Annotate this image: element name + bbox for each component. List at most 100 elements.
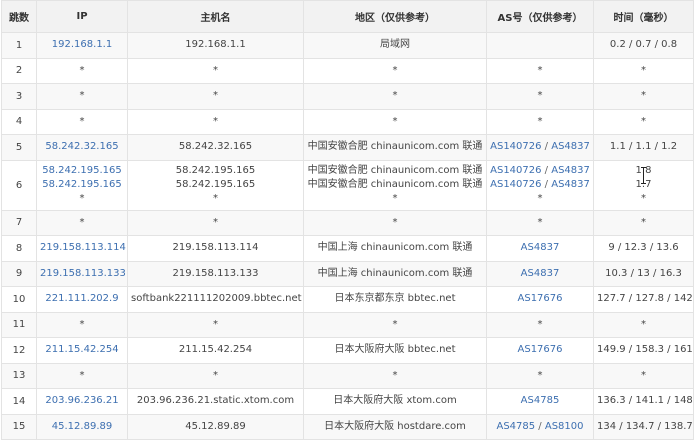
hop-number: 5 — [15, 141, 23, 153]
as-link[interactable]: AS140726 — [490, 141, 541, 152]
hostname-text: 211.15.42.254 — [178, 344, 253, 356]
as-link[interactable]: AS4837 — [551, 165, 590, 176]
table-header-row: 跳数 IP 主机名 地区（仅供参考） AS号（仅供参考） 时间（毫秒） — [1, 0, 694, 33]
hop-number: 10 — [12, 293, 26, 305]
as-link[interactable]: AS4837 — [551, 179, 590, 190]
time-text: 127.7 / 127.8 / 142.1 — [597, 293, 694, 305]
as-link[interactable]: AS4837 — [521, 268, 560, 279]
hop-cell: 13 — [1, 362, 37, 389]
as-placeholder: * — [537, 90, 543, 102]
hostname-cell: * — [127, 362, 304, 389]
region-cell: 局域网 — [303, 32, 487, 59]
time-cell: * — [593, 108, 694, 135]
hop-number: 11 — [12, 319, 26, 331]
as-line: * — [490, 318, 590, 332]
ip-cell: 221.111.202.9 — [36, 286, 128, 313]
hostname-cell: * — [127, 311, 304, 338]
as-cell: * — [486, 209, 594, 236]
region-text: 日本大阪府大阪 xtom.com — [333, 395, 457, 407]
table-row: 9 219.158.113.133 219.158.113.133 中国上海 chin… — [1, 260, 694, 287]
as-link[interactable]: AS4785 — [496, 421, 535, 432]
region-text: * — [392, 216, 398, 228]
ip-placeholder: * — [79, 90, 85, 102]
ip-link[interactable]: 219.158.113.133 — [40, 267, 126, 281]
as-line: AS17676 — [490, 292, 590, 306]
hop-cell: 2 — [1, 57, 37, 84]
hop-cell: 4 — [1, 108, 37, 135]
hop-cell: 14 — [1, 388, 37, 415]
as-separator: / — [535, 420, 545, 432]
hop-cell: 5 — [1, 134, 37, 161]
ip-cell: * — [36, 57, 128, 84]
hostname-text: 219.158.113.133 — [172, 267, 259, 279]
ip-link[interactable]: 45.12.89.89 — [40, 420, 124, 434]
hostname-cell: 219.158.113.114 — [127, 235, 304, 262]
region-text: 中国安徽合肥 chinaunicom.com 联通 — [307, 165, 483, 176]
time-text: * — [641, 193, 646, 204]
ip-link[interactable]: 203.96.236.21 — [40, 394, 124, 408]
ip-cell: 211.15.42.254 — [36, 337, 128, 364]
hostname-text: * — [213, 64, 218, 76]
table-row: 5 58.242.32.165 58.242.32.165 中国安徽合肥 chinau… — [1, 134, 694, 161]
as-cell: AS17676 — [486, 337, 594, 364]
hop-number: 13 — [12, 370, 26, 382]
time-cell: 9 / 12.3 / 13.6 — [593, 235, 694, 262]
as-line: AS140726 / AS4837 — [490, 164, 590, 178]
ip-placeholder: * — [79, 115, 85, 127]
ip-link[interactable]: 211.15.42.254 — [40, 343, 124, 357]
as-line: * — [490, 64, 590, 78]
region-cell: 中国安徽合肥 chinaunicom.com 联通 — [303, 134, 487, 161]
ip-cell: 219.158.113.133 — [36, 260, 128, 287]
hostname-cell: 219.158.113.133 — [127, 260, 304, 287]
text-cursor-icon — [641, 167, 647, 184]
ip-link[interactable]: 58.242.32.165 — [40, 140, 124, 154]
hostname-text: 58.242.195.165 — [175, 165, 256, 176]
region-cell: * — [303, 57, 487, 84]
as-link[interactable]: AS140726 — [490, 165, 541, 176]
as-link[interactable]: AS17676 — [518, 344, 563, 355]
as-separator: / — [541, 179, 552, 190]
ip-link[interactable]: 58.242.195.165 — [40, 178, 124, 192]
as-link[interactable]: AS8100 — [545, 421, 584, 432]
hostname-cell: 203.96.236.21.static.xtom.com — [127, 388, 304, 415]
hostname-text: * — [213, 318, 218, 330]
as-link[interactable]: AS17676 — [518, 293, 563, 304]
table-row: 15 45.12.89.89 45.12.89.89 日本大阪府大阪 hostdare… — [1, 413, 694, 440]
as-link[interactable]: AS4837 — [521, 242, 560, 253]
hostname-text: softbank221111202009.bbtec.net — [131, 293, 302, 305]
region-text: * — [392, 64, 398, 76]
as-cell: * — [486, 311, 594, 338]
hostname-text: 58.242.32.165 — [178, 141, 253, 153]
hop-number: 3 — [15, 90, 23, 102]
time-cell: 134 / 134.7 / 138.7 — [593, 413, 694, 440]
ip-cell: 58.242.32.165 — [36, 134, 128, 161]
region-cell: * — [303, 83, 487, 110]
as-line — [490, 38, 590, 52]
as-line: * — [490, 216, 590, 230]
as-link[interactable]: AS4785 — [521, 395, 560, 406]
region-text: * — [392, 90, 398, 102]
ip-cell: * — [36, 108, 128, 135]
ip-placeholder: * — [79, 369, 85, 381]
ip-placeholder: * — [79, 318, 85, 330]
as-link[interactable]: AS140726 — [490, 179, 541, 190]
ip-link[interactable]: 219.158.113.114 — [40, 241, 126, 255]
ip-link[interactable]: 192.168.1.1 — [40, 38, 124, 52]
hostname-text: 219.158.113.114 — [172, 242, 259, 254]
as-line: * — [490, 89, 590, 103]
region-text: * — [392, 369, 398, 381]
time-text: * — [641, 369, 646, 381]
table-row: 1 192.168.1.1 192.168.1.1 局域网 0.2 / 0.7 / 0… — [1, 32, 694, 59]
time-text: * — [641, 90, 646, 102]
hostname-text: * — [213, 90, 218, 102]
time-cell: 127.7 / 127.8 / 142.1 — [593, 286, 694, 313]
header-hop: 跳数 — [1, 0, 37, 33]
as-link[interactable]: AS4837 — [551, 141, 590, 152]
region-text: 中国安徽合肥 chinaunicom.com 联通 — [307, 179, 483, 190]
hop-number: 14 — [12, 395, 26, 407]
ip-link[interactable]: 221.111.202.9 — [40, 292, 124, 306]
hop-number: 8 — [15, 242, 23, 254]
as-line: * — [490, 115, 590, 129]
ip-link[interactable]: 58.242.195.165 — [40, 164, 124, 178]
hostname-cell: * — [127, 83, 304, 110]
